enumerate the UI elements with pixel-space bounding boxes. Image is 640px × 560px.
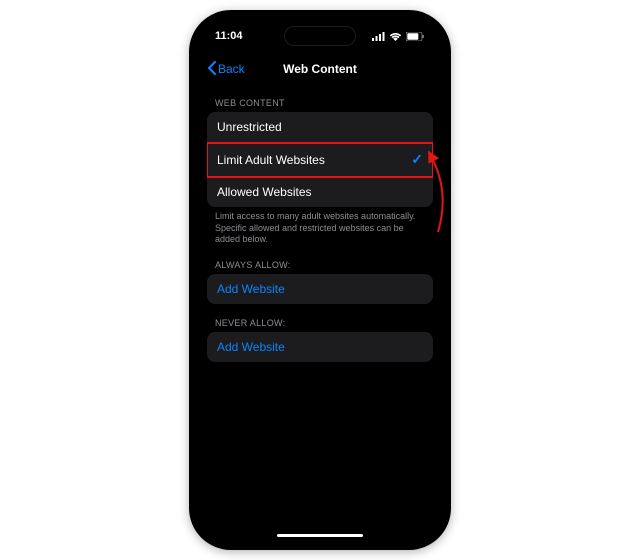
navigation-bar: Back Web Content [197,54,443,84]
never-allow-group: Add Website [207,332,433,362]
section-header-always-allow: ALWAYS ALLOW: [207,246,433,274]
section-header-web-content: WEB CONTENT [207,84,433,112]
add-website-never-allow[interactable]: Add Website [207,332,433,362]
web-content-footer: Limit access to many adult websites auto… [207,207,433,246]
option-limit-adult-label: Limit Adult Websites [217,153,325,167]
home-indicator[interactable] [277,534,363,537]
wifi-icon [389,32,402,41]
status-indicators [372,32,425,41]
checkmark-icon: ✓ [411,151,423,168]
phone-frame: 11:04 Back Web Content [189,10,451,550]
option-allowed-websites-label: Allowed Websites [217,185,312,199]
back-button[interactable]: Back [207,61,245,78]
web-content-options: Unrestricted Limit Adult Websites ✓ Allo… [207,112,433,207]
option-unrestricted[interactable]: Unrestricted [207,112,433,143]
section-header-never-allow: NEVER ALLOW: [207,304,433,332]
battery-icon [406,32,425,41]
option-limit-adult-websites[interactable]: Limit Adult Websites ✓ [207,143,433,177]
option-unrestricted-label: Unrestricted [217,120,282,134]
add-website-always-allow[interactable]: Add Website [207,274,433,304]
add-website-always-label: Add Website [217,282,285,296]
status-time: 11:04 [215,30,243,42]
content-area: WEB CONTENT Unrestricted Limit Adult Web… [197,84,443,362]
page-title: Web Content [283,62,357,76]
cellular-icon [372,32,385,41]
option-allowed-websites[interactable]: Allowed Websites [207,177,433,207]
always-allow-group: Add Website [207,274,433,304]
add-website-never-label: Add Website [217,340,285,354]
dynamic-island [284,26,356,46]
screen: 11:04 Back Web Content [197,18,443,542]
chevron-left-icon [207,61,216,78]
back-label: Back [218,62,245,76]
